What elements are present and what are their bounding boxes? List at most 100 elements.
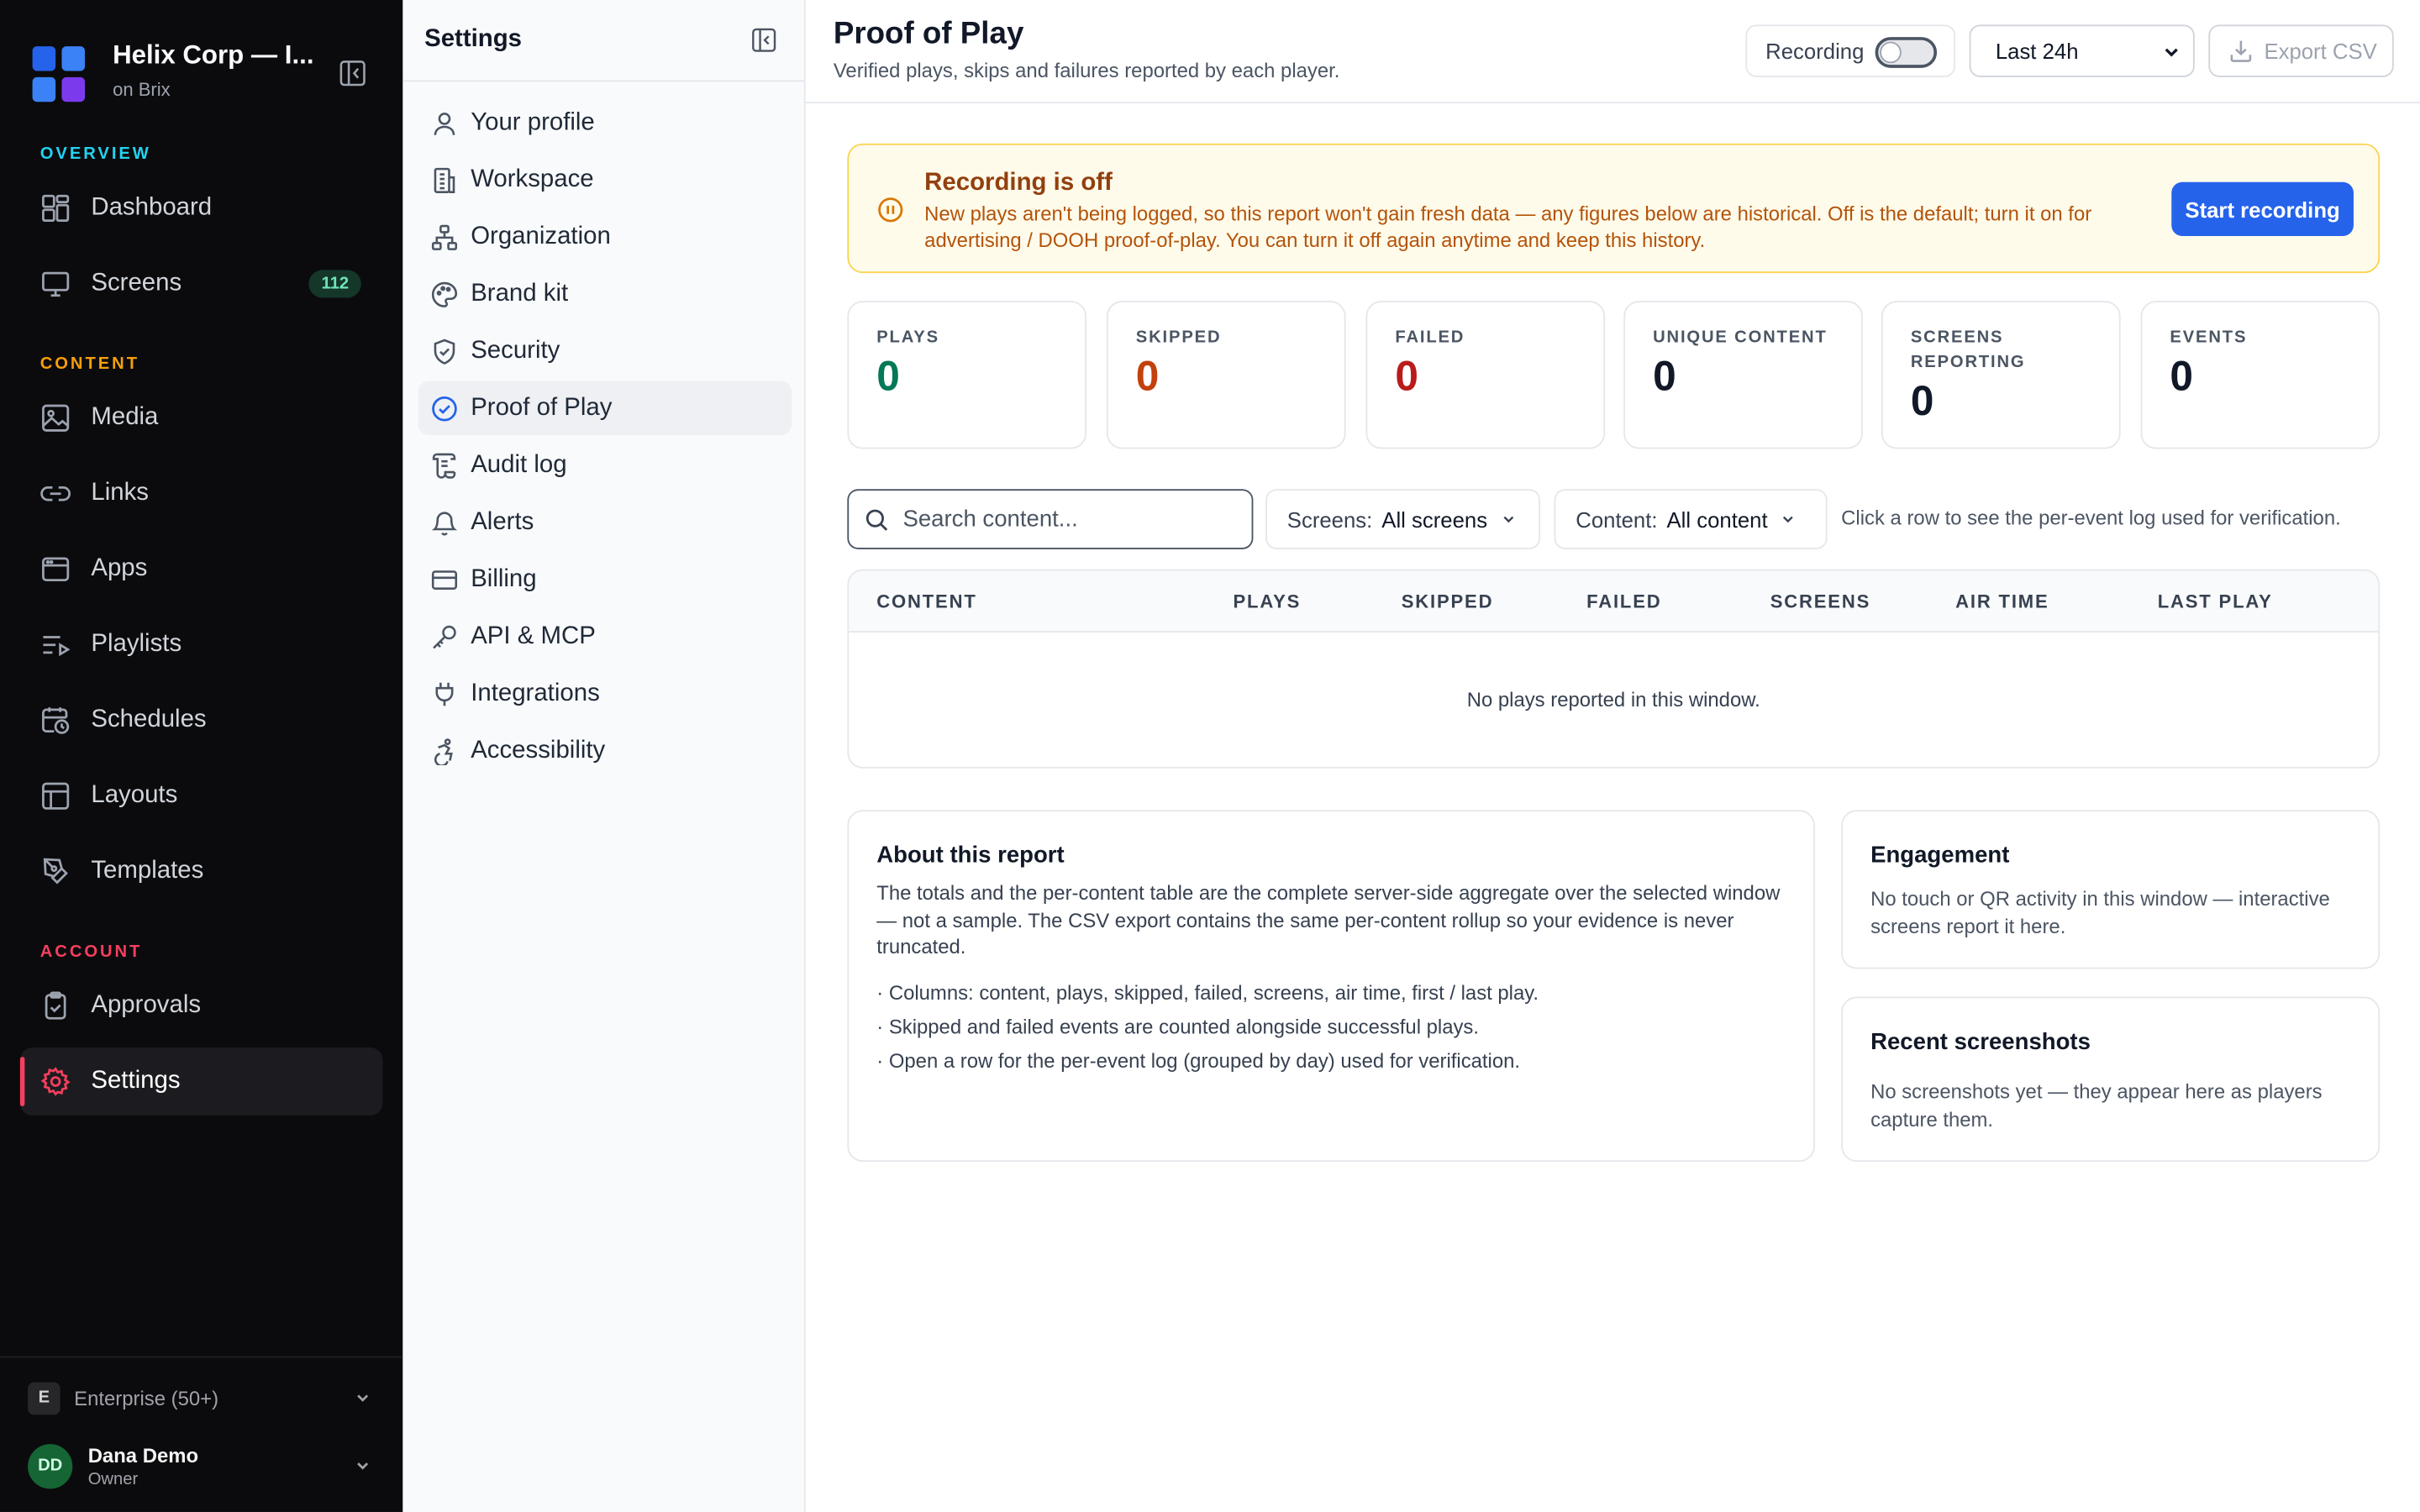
sidebar-divider bbox=[0, 1356, 403, 1358]
plan-selector[interactable]: E Enterprise (50+) bbox=[28, 1381, 376, 1415]
settings-item-profile[interactable]: Your profile bbox=[418, 96, 792, 150]
sidebar-collapse-icon[interactable] bbox=[339, 60, 366, 87]
app-root: Helix Corp — I... on Brix OVERVIEW Dashb… bbox=[0, 0, 2420, 1512]
stat-value: 0 bbox=[1135, 353, 1160, 400]
search-box bbox=[847, 489, 1254, 549]
filter-value: All content bbox=[1666, 507, 1768, 532]
nav-label: Dashboard bbox=[91, 194, 213, 221]
link-icon bbox=[40, 486, 71, 501]
user-icon bbox=[434, 112, 455, 134]
stat-value: 0 bbox=[1910, 377, 1934, 425]
content-table: CONTENT PLAYS SKIPPED FAILED SCREENS AIR… bbox=[847, 569, 2381, 769]
pause-circle-icon bbox=[878, 197, 903, 223]
org-chart-icon bbox=[431, 223, 458, 249]
content-filter[interactable]: Content: All content bbox=[1554, 489, 1828, 549]
list-item: · Open a row for the per-event log (grou… bbox=[876, 1048, 1521, 1073]
about-bullets: · Columns: content, plays, skipped, fail… bbox=[876, 981, 1539, 1083]
plan-label: Enterprise (50+) bbox=[74, 1386, 219, 1410]
panel-collapse-icon[interactable] bbox=[751, 28, 776, 52]
table-empty-state: No plays reported in this window. bbox=[1466, 688, 1760, 711]
settings-item-label: Alerts bbox=[471, 508, 534, 535]
monitor-icon bbox=[42, 271, 70, 297]
screens-filter[interactable]: Screens: All screens bbox=[1265, 489, 1541, 549]
settings-item-workspace[interactable]: Workspace bbox=[418, 153, 792, 207]
column-header-content[interactable]: CONTENT bbox=[876, 591, 976, 612]
settings-item-label: Audit log bbox=[471, 451, 567, 478]
settings-item-brand-kit[interactable]: Brand kit bbox=[418, 267, 792, 321]
shield-icon bbox=[434, 338, 455, 365]
gear-icon bbox=[40, 1067, 71, 1096]
nav-approvals[interactable]: Approvals bbox=[20, 972, 383, 1040]
settings-item-billing[interactable]: Billing bbox=[418, 553, 792, 606]
settings-item-integrations[interactable]: Integrations bbox=[418, 666, 792, 720]
filter-hint: Click a row to see the per-event log use… bbox=[1841, 506, 2341, 529]
workspace-sub: on Brix bbox=[113, 78, 171, 101]
nav-label: Approvals bbox=[91, 991, 202, 1019]
banner-description: New plays aren't being logged, so this r… bbox=[924, 202, 2092, 252]
workspace-logo bbox=[32, 46, 88, 102]
card-body: No screenshots yet — they appear here as… bbox=[1870, 1079, 2323, 1131]
settings-item-label: Brand kit bbox=[471, 280, 569, 307]
recording-toggle[interactable] bbox=[1875, 37, 1938, 68]
stat-label: PLAYS bbox=[876, 328, 939, 348]
accessibility-icon bbox=[434, 738, 453, 765]
stat-card-unique-content: UNIQUE CONTENT 0 bbox=[1623, 301, 1863, 449]
column-header-plays[interactable]: PLAYS bbox=[1234, 591, 1302, 612]
time-range-select[interactable]: Last 24h bbox=[1969, 24, 2195, 77]
settings-item-audit-log[interactable]: Audit log bbox=[418, 438, 792, 492]
stat-label: SKIPPED bbox=[1135, 328, 1222, 348]
user-menu[interactable]: DD Dana Demo Owner bbox=[28, 1440, 376, 1492]
nav-schedules[interactable]: Schedules bbox=[20, 686, 383, 754]
start-recording-button[interactable]: Start recording bbox=[2171, 181, 2354, 237]
nav-layouts[interactable]: Layouts bbox=[20, 762, 383, 830]
settings-item-alerts[interactable]: Alerts bbox=[418, 496, 792, 549]
nav-apps[interactable]: Apps bbox=[20, 535, 383, 603]
nav-links[interactable]: Links bbox=[20, 459, 383, 528]
settings-item-accessibility[interactable]: Accessibility bbox=[418, 723, 792, 777]
list-item: · Columns: content, plays, skipped, fail… bbox=[876, 981, 1539, 1005]
column-header-screens[interactable]: SCREENS bbox=[1770, 591, 1870, 612]
settings-header: Settings bbox=[402, 0, 804, 82]
export-csv-button[interactable]: Export CSV bbox=[2208, 24, 2394, 77]
stat-card-events: EVENTS 0 bbox=[2140, 301, 2381, 449]
nav-playlists[interactable]: Playlists bbox=[20, 611, 383, 679]
nav-label: Layouts bbox=[91, 782, 178, 809]
recording-toggle-group: Recording bbox=[1745, 24, 1956, 77]
nav-label: Schedules bbox=[91, 706, 207, 733]
column-header-skipped[interactable]: SKIPPED bbox=[1402, 591, 1494, 612]
column-header-last-play[interactable]: LAST PLAY bbox=[2158, 591, 2273, 612]
nav-settings[interactable]: Settings bbox=[19, 1047, 383, 1116]
nav-dashboard[interactable]: Dashboard bbox=[20, 175, 383, 243]
settings-item-label: Integrations bbox=[471, 680, 600, 706]
section-content: CONTENT bbox=[39, 354, 139, 374]
settings-item-proof-of-play[interactable]: Proof of Play bbox=[418, 381, 792, 435]
download-icon bbox=[2230, 40, 2252, 62]
nav-templates[interactable]: Templates bbox=[20, 837, 383, 906]
search-input[interactable] bbox=[902, 506, 1228, 533]
settings-item-security[interactable]: Security bbox=[418, 324, 792, 378]
image-icon bbox=[42, 404, 70, 432]
settings-item-label: Organization bbox=[471, 223, 611, 249]
bell-icon bbox=[431, 511, 458, 535]
workspace-switcher[interactable]: Helix Corp — I... on Brix bbox=[32, 41, 314, 102]
nav-label: Settings bbox=[91, 1067, 181, 1095]
user-role: Owner bbox=[87, 1469, 139, 1488]
stat-label: EVENTS bbox=[2170, 328, 2248, 348]
settings-item-api-mcp[interactable]: API & MCP bbox=[418, 609, 792, 663]
time-range-value: Last 24h bbox=[1995, 38, 2079, 64]
recent-screenshots-card: Recent screenshots No screenshots yet — … bbox=[1841, 996, 2381, 1163]
filter-key: Content: bbox=[1576, 507, 1658, 532]
chevron-down-icon bbox=[1502, 516, 1513, 523]
settings-sidebar: Settings Your profile Workspace Organiza… bbox=[402, 0, 806, 1512]
user-name: Dana Demo bbox=[87, 1443, 199, 1467]
column-header-air-time[interactable]: AIR TIME bbox=[1955, 591, 2049, 612]
settings-item-label: Accessibility bbox=[471, 737, 606, 764]
settings-item-organization[interactable]: Organization bbox=[418, 210, 792, 264]
filter-value: All screens bbox=[1381, 507, 1488, 532]
card-body: No touch or QR activity in this window —… bbox=[1870, 887, 2330, 937]
nav-label: Screens bbox=[91, 270, 182, 297]
nav-media[interactable]: Media bbox=[20, 384, 383, 452]
column-header-failed[interactable]: FAILED bbox=[1586, 591, 1661, 612]
nav-screens[interactable]: Screens 112 bbox=[20, 250, 383, 318]
stat-label: FAILED bbox=[1395, 328, 1465, 348]
